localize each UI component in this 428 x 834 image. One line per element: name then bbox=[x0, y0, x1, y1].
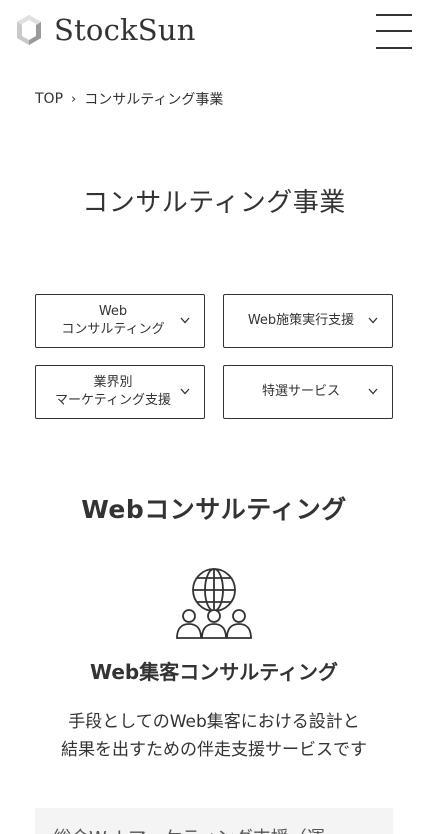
breadcrumb-current: コンサルティング事業 bbox=[84, 92, 224, 108]
category-special-services-button[interactable]: 特選サービス bbox=[223, 365, 393, 419]
page-title: コンサルティング事業 bbox=[82, 188, 346, 218]
service-description: 手段としてのWeb集客における設計と 結果を出すための伴走支援サービスです bbox=[61, 712, 367, 760]
category-label: 業界別 マーケティング支援 bbox=[55, 375, 171, 408]
service-card-title: 総合Webマーケティング支援（運 bbox=[53, 824, 325, 834]
logo[interactable]: StockSun bbox=[16, 12, 196, 48]
logo-text: StockSun bbox=[54, 13, 196, 47]
chevron-down-icon bbox=[180, 317, 190, 324]
page: StockSun TOP › コンサルティング事業 コンサルティング事業 Web… bbox=[0, 0, 428, 834]
category-label: Web コンサルティング bbox=[61, 304, 165, 337]
chevron-down-icon bbox=[368, 317, 378, 324]
breadcrumb: TOP › コンサルティング事業 bbox=[35, 89, 223, 109]
category-web-execution-button[interactable]: Web施策実行支援 bbox=[223, 294, 393, 348]
category-web-consulting-button[interactable]: Web コンサルティング bbox=[35, 294, 205, 348]
service-title[interactable]: Web集客コンサルティング bbox=[0, 656, 428, 685]
header: StockSun bbox=[0, 0, 428, 62]
chevron-down-icon bbox=[368, 388, 378, 395]
category-label: Web施策実行支援 bbox=[247, 313, 355, 328]
breadcrumb-separator: › bbox=[71, 91, 77, 107]
menu-button[interactable] bbox=[376, 14, 412, 50]
service-card[interactable]: 総合Webマーケティング支援（運 bbox=[35, 808, 393, 834]
category-label: 特選サービス bbox=[261, 384, 340, 399]
hexagon-logo-icon bbox=[17, 15, 41, 45]
section-title: Webコンサルティング bbox=[81, 495, 347, 524]
chevron-down-icon bbox=[180, 388, 190, 395]
category-industry-marketing-button[interactable]: 業界別 マーケティング支援 bbox=[35, 365, 205, 419]
globe-people-icon bbox=[176, 568, 252, 639]
breadcrumb-home-link[interactable]: TOP bbox=[35, 91, 63, 107]
